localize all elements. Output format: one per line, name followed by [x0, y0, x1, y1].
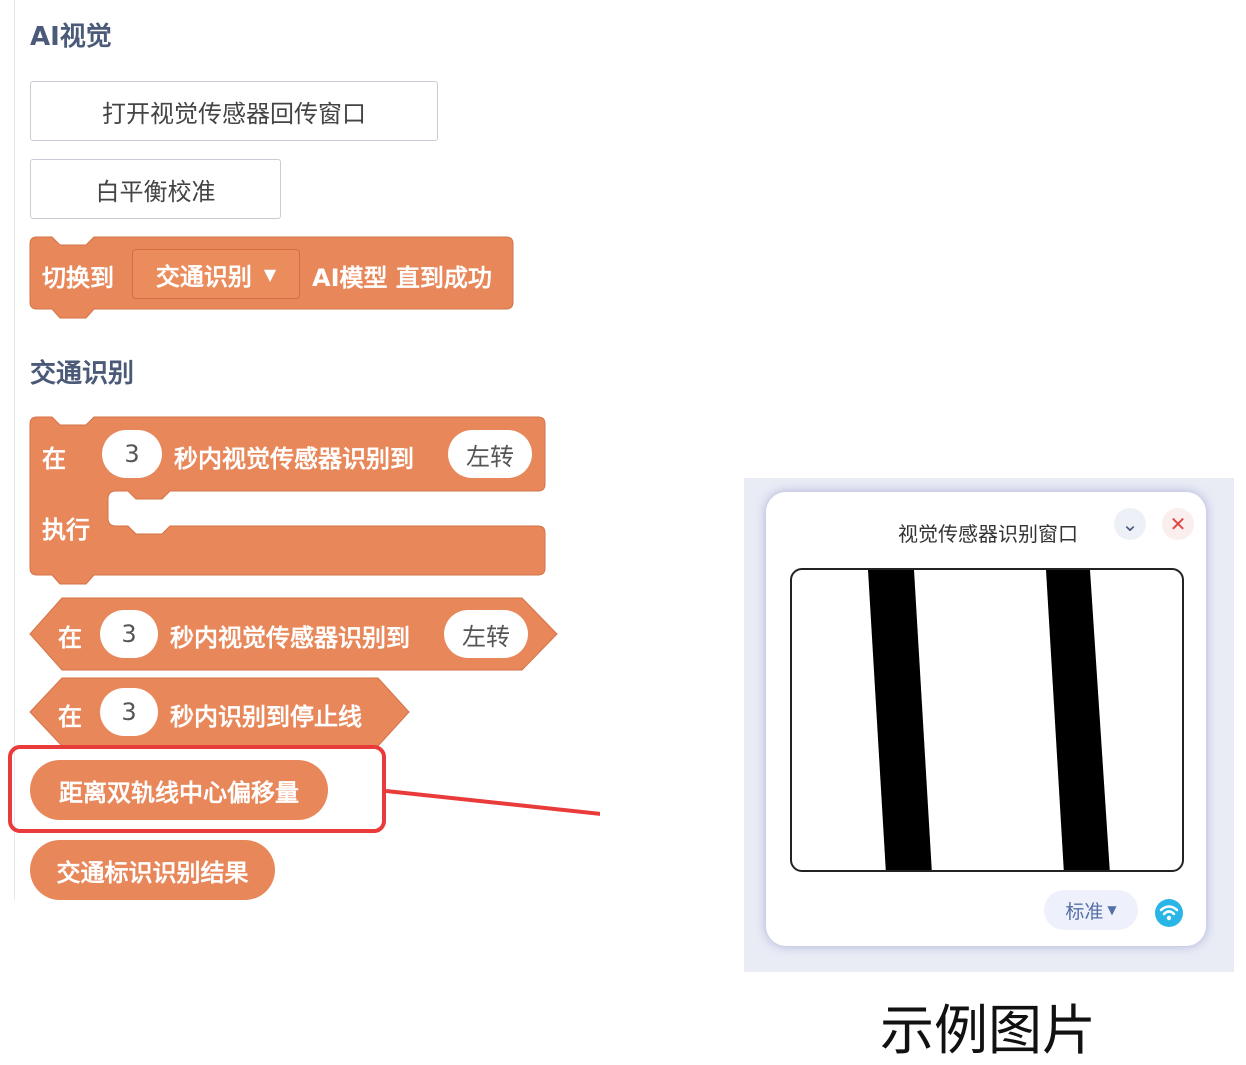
- highlight-box: [8, 745, 386, 833]
- bool-stop-text: 秒内识别到停止线: [170, 703, 362, 731]
- switch-block-suffix: AI模型 直到成功: [312, 264, 492, 292]
- mode-select-label: 标准: [1065, 900, 1104, 923]
- mode-select[interactable]: 标准 ▼: [1044, 890, 1138, 930]
- if-direction-select[interactable]: 左转: [448, 430, 532, 478]
- arrow-line: [385, 789, 600, 816]
- chevron-down-icon[interactable]: ⌄: [1114, 508, 1146, 540]
- bool-turn-seconds-input[interactable]: 3: [100, 610, 158, 658]
- model-dropdown-value: 交通识别: [155, 262, 252, 291]
- reporter-sign-result[interactable]: 交通标识识别结果: [30, 840, 275, 900]
- bool-stop-seconds-input[interactable]: 3: [100, 688, 158, 736]
- bool-turn-label-in: 在: [58, 624, 82, 652]
- wifi-icon[interactable]: [1154, 898, 1184, 928]
- close-icon[interactable]: ✕: [1162, 508, 1194, 540]
- dropdown-arrow-icon: ▼: [1107, 903, 1117, 917]
- example-caption: 示例图片: [880, 999, 1096, 1062]
- if-seconds-input[interactable]: 3: [102, 430, 162, 478]
- section-title-traffic: 交通识别: [30, 359, 135, 389]
- bool-turn-text: 秒内视觉传感器识别到: [170, 624, 410, 652]
- track-line-left: [868, 570, 932, 870]
- model-dropdown[interactable]: 交通识别 ▼: [132, 249, 300, 299]
- bool-turn-direction-select[interactable]: 左转: [444, 610, 528, 658]
- if-block-text: 秒内视觉传感器识别到: [174, 445, 414, 473]
- if-block-label-in: 在: [42, 445, 66, 473]
- camera-view: [790, 568, 1184, 872]
- camera-image: [868, 570, 1110, 870]
- track-line-right: [1046, 570, 1110, 870]
- bool-stop-label-in: 在: [58, 703, 82, 731]
- dropdown-arrow-icon: ▼: [263, 264, 277, 284]
- sensor-window-title: 视觉传感器识别窗口: [898, 522, 1078, 546]
- switch-block-prefix: 切换到: [42, 264, 114, 292]
- if-block-label-exec: 执行: [42, 516, 90, 544]
